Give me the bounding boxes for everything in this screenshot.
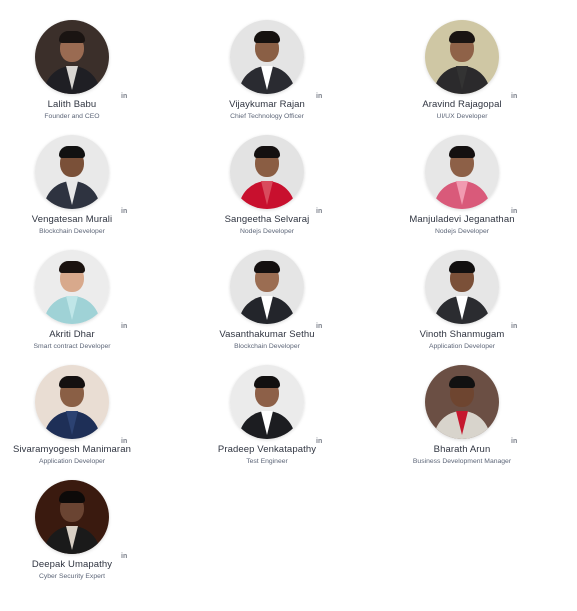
linkedin-icon[interactable]: in — [316, 208, 322, 215]
linkedin-icon[interactable]: in — [316, 438, 322, 445]
avatar — [425, 20, 499, 94]
member-name: Sivaramyogesh Manimaran — [13, 444, 131, 455]
linkedin-icon[interactable]: in — [121, 438, 127, 445]
team-member-card: Sivaramyogesh Manimaran Application Deve… — [0, 365, 167, 465]
linkedin-icon[interactable]: in — [121, 208, 127, 215]
member-role: Chief Technology Officer — [230, 113, 304, 120]
member-role: Application Developer — [428, 343, 496, 350]
member-name: Sangeetha Selvaraj — [224, 214, 310, 225]
avatar — [35, 20, 109, 94]
member-name: Akriti Dhar — [49, 329, 95, 340]
avatar — [425, 250, 499, 324]
linkedin-icon[interactable]: in — [511, 208, 517, 215]
avatar — [230, 20, 304, 94]
linkedin-icon[interactable]: in — [121, 323, 127, 330]
linkedin-icon[interactable]: in — [511, 323, 517, 330]
team-member-card: Aravind Rajagopal UI/UX Developer in — [367, 20, 557, 120]
team-member-card: Pradeep Venkatapathy Test Engineer in — [172, 365, 362, 465]
avatar — [35, 135, 109, 209]
linkedin-icon[interactable]: in — [121, 93, 127, 100]
member-role: Nodejs Developer — [239, 228, 295, 235]
avatar — [425, 365, 499, 439]
member-role: Business Development Manager — [412, 458, 512, 465]
member-role: Test Engineer — [246, 458, 288, 465]
team-member-card: Vinoth Shanmugam Application Developer i… — [367, 250, 557, 350]
team-member-card: Vasanthakumar Sethu Blockchain Developer… — [172, 250, 362, 350]
linkedin-icon[interactable]: in — [316, 323, 322, 330]
team-member-card: Vijaykumar Rajan Chief Technology Office… — [172, 20, 362, 120]
avatar — [230, 250, 304, 324]
linkedin-icon[interactable]: in — [511, 93, 517, 100]
member-name: Pradeep Venkatapathy — [217, 444, 317, 455]
member-name: Vijaykumar Rajan — [229, 99, 305, 110]
member-name: Bharath Arun — [433, 444, 491, 455]
member-role: Smart contract Developer — [33, 343, 111, 350]
team-member-card: Vengatesan Murali Blockchain Developer i… — [0, 135, 167, 235]
avatar — [425, 135, 499, 209]
team-member-card: Lalith Babu Founder and CEO in — [0, 20, 167, 120]
team-member-card: Akriti Dhar Smart contract Developer in — [0, 250, 167, 350]
avatar — [230, 135, 304, 209]
member-role: Cyber Security Expert — [38, 573, 106, 580]
member-name: Lalith Babu — [47, 99, 97, 110]
member-name: Vasanthakumar Sethu — [219, 329, 315, 340]
member-name: Vengatesan Murali — [31, 214, 113, 225]
avatar — [35, 480, 109, 554]
linkedin-icon[interactable]: in — [511, 438, 517, 445]
member-name: Vinoth Shanmugam — [419, 329, 505, 340]
team-member-card: Deepak Umapathy Cyber Security Expert in — [0, 480, 167, 580]
member-name: Manjuladevi Jeganathan — [409, 214, 515, 225]
member-name: Deepak Umapathy — [31, 559, 113, 570]
team-member-card: Manjuladevi Jeganathan Nodejs Developer … — [367, 135, 557, 235]
member-name: Aravind Rajagopal — [422, 99, 502, 110]
linkedin-icon[interactable]: in — [121, 553, 127, 560]
member-role: Blockchain Developer — [39, 228, 105, 235]
member-role: Founder and CEO — [44, 113, 100, 120]
member-role: Nodejs Developer — [434, 228, 490, 235]
avatar — [230, 365, 304, 439]
member-role: UI/UX Developer — [436, 113, 488, 120]
team-member-card: Sangeetha Selvaraj Nodejs Developer in — [172, 135, 362, 235]
team-member-card: Bharath Arun Business Development Manage… — [367, 365, 557, 465]
linkedin-icon[interactable]: in — [316, 93, 322, 100]
member-role: Blockchain Developer — [234, 343, 300, 350]
avatar — [35, 250, 109, 324]
member-role: Application Developer — [38, 458, 106, 465]
team-grid: Lalith Babu Founder and CEO in Vijaykuma… — [0, 0, 577, 611]
avatar — [35, 365, 109, 439]
